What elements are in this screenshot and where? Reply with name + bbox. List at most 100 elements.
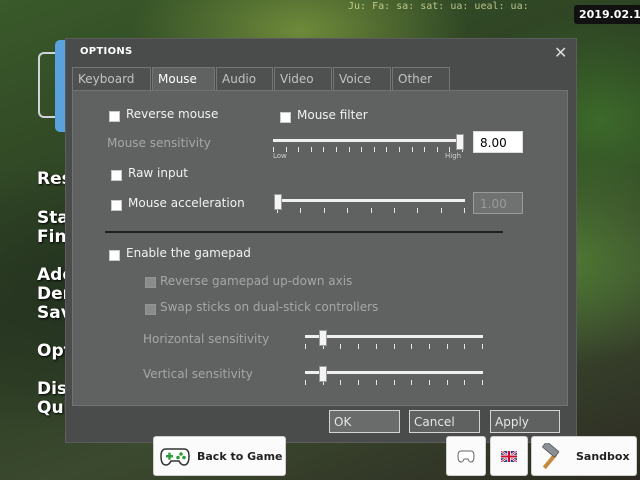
horizontal-sensitivity-slider[interactable] <box>319 330 328 346</box>
tab-other[interactable]: Other <box>392 67 450 90</box>
slider-tick <box>394 344 395 349</box>
slider-tick <box>376 380 377 385</box>
slider-tick <box>358 344 359 349</box>
slider-tick <box>361 147 362 152</box>
slider-tick <box>347 208 348 213</box>
cancel-button[interactable]: Cancel <box>409 410 480 433</box>
slider-tick <box>305 380 306 385</box>
slider-tick <box>424 147 425 152</box>
dialog-title: OPTIONS <box>80 46 133 57</box>
mouse-sensitivity-field[interactable]: 8.00 <box>473 131 523 153</box>
horizontal-sensitivity-ticks <box>305 344 483 350</box>
hammer-icon <box>537 441 565 474</box>
slider-tick <box>336 147 337 152</box>
vertical-sensitivity-track <box>305 371 483 374</box>
date-badge: 2019.02.18 <box>574 5 640 24</box>
slider-tick <box>324 208 325 213</box>
slider-tick <box>349 147 350 152</box>
mouse-sensitivity-slider[interactable] <box>456 134 464 150</box>
tab-video[interactable]: Video <box>274 67 332 90</box>
options-dialog: OPTIONS ✕ Keyboard Mouse Audio Video Voi… <box>66 39 576 442</box>
sensitivity-high-label: High <box>445 152 462 160</box>
main-menu-item-quit[interactable]: Qui <box>37 399 69 418</box>
swap-sticks-checkbox[interactable] <box>145 304 156 315</box>
mouse-sensitivity-ticks <box>273 147 463 153</box>
mouse-sensitivity-label: Mouse sensitivity <box>107 136 211 150</box>
slider-tick <box>340 380 341 385</box>
mouse-acceleration-field[interactable]: 1.00 <box>473 192 523 214</box>
back-to-game-label: Back to Game <box>197 450 283 463</box>
hud-status-text: Ju: Fa: sa: sat: ua: ueal: ua: <box>348 1 529 12</box>
slider-tick <box>386 147 387 152</box>
main-menu-item-dis[interactable]: Dis <box>37 380 67 399</box>
controller-small-button[interactable] <box>446 436 486 476</box>
slider-tick <box>411 344 412 349</box>
apply-button[interactable]: Apply <box>490 410 560 433</box>
slider-tick <box>311 147 312 152</box>
back-to-game-button[interactable]: Back to Game <box>153 436 286 476</box>
raw-input-label: Raw input <box>128 166 188 180</box>
mouse-sensitivity-track <box>273 139 463 142</box>
slider-tick <box>429 380 430 385</box>
horizontal-sensitivity-track <box>305 335 483 338</box>
slider-tick <box>464 208 465 213</box>
slider-tick <box>358 380 359 385</box>
slider-tick <box>394 380 395 385</box>
main-menu-item-start[interactable]: Sta <box>37 209 69 228</box>
gamepad-icon <box>160 445 190 470</box>
slider-tick <box>323 147 324 152</box>
reverse-gamepad-label: Reverse gamepad up-down axis <box>160 274 353 288</box>
slider-tick <box>464 380 465 385</box>
slider-tick <box>464 344 465 349</box>
close-icon[interactable]: ✕ <box>554 43 567 62</box>
tab-audio[interactable]: Audio <box>216 67 273 90</box>
enable-gamepad-checkbox[interactable] <box>109 250 120 261</box>
vertical-sensitivity-label: Vertical sensitivity <box>143 367 253 381</box>
slider-tick <box>298 147 299 152</box>
mouse-settings-panel: Reverse mouse Mouse filter Mouse sensiti… <box>72 90 568 406</box>
reverse-gamepad-checkbox[interactable] <box>145 277 156 288</box>
slider-tick <box>437 147 438 152</box>
reverse-mouse-checkbox[interactable] <box>109 111 120 122</box>
slider-tick <box>482 344 483 349</box>
slider-tick <box>394 208 395 213</box>
slider-tick <box>441 208 442 213</box>
sandbox-button[interactable]: Sandbox <box>531 436 637 476</box>
swap-sticks-label: Swap sticks on dual-stick controllers <box>160 300 379 314</box>
slider-tick <box>374 147 375 152</box>
slider-tick <box>429 344 430 349</box>
vertical-sensitivity-slider[interactable] <box>319 366 328 382</box>
mouse-acceleration-ticks <box>277 208 465 214</box>
raw-input-checkbox[interactable] <box>111 170 122 181</box>
slider-tick <box>371 208 372 213</box>
tab-voice[interactable]: Voice <box>333 67 391 90</box>
vertical-sensitivity-ticks <box>305 380 483 386</box>
menu-accent-bar <box>55 40 66 132</box>
slider-tick <box>417 208 418 213</box>
sandbox-label: Sandbox <box>576 450 630 463</box>
uk-flag-icon <box>500 450 518 465</box>
mouse-filter-label: Mouse filter <box>297 108 368 122</box>
horizontal-sensitivity-label: Horizontal sensitivity <box>143 332 270 346</box>
slider-tick <box>300 208 301 213</box>
slider-tick <box>412 147 413 152</box>
slider-tick <box>411 380 412 385</box>
tab-mouse[interactable]: Mouse <box>152 67 215 91</box>
slider-tick <box>447 344 448 349</box>
slider-tick <box>399 147 400 152</box>
mouse-acceleration-checkbox[interactable] <box>111 200 122 211</box>
enable-gamepad-label: Enable the gamepad <box>126 246 251 260</box>
main-menu-item-find[interactable]: Fin <box>37 228 67 247</box>
reverse-mouse-label: Reverse mouse <box>126 107 219 121</box>
slider-tick <box>340 344 341 349</box>
mouse-acceleration-label: Mouse acceleration <box>128 196 245 210</box>
ok-button[interactable]: OK <box>329 410 400 433</box>
tab-keyboard[interactable]: Keyboard <box>72 67 151 90</box>
slider-tick <box>482 380 483 385</box>
mouse-acceleration-slider[interactable] <box>274 194 282 210</box>
mouse-filter-checkbox[interactable] <box>280 112 291 123</box>
gamepad-icon <box>457 450 475 466</box>
slider-tick <box>447 380 448 385</box>
language-button[interactable] <box>490 436 528 476</box>
section-divider <box>105 231 503 233</box>
